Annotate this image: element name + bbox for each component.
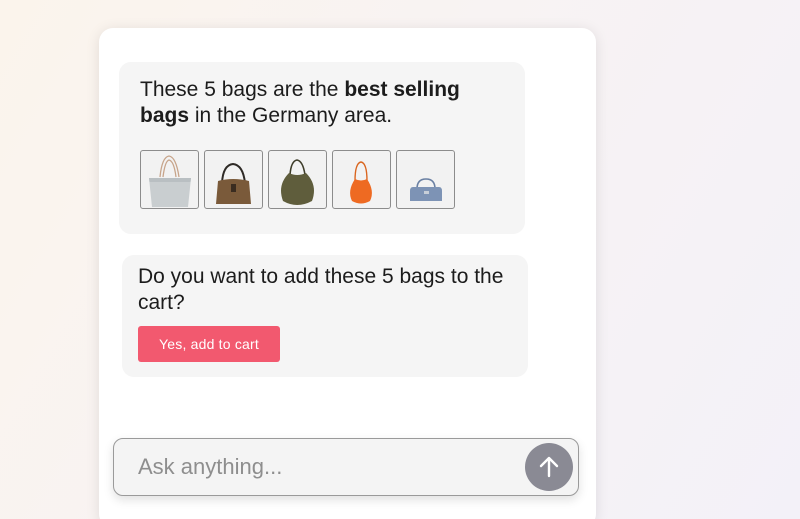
product-thumbnail-brown-bag[interactable] <box>204 150 263 209</box>
arrow-up-icon <box>539 456 559 478</box>
message-text-segment: in the Germany area. <box>189 104 393 127</box>
message-text-segment: These 5 bags are the <box>140 78 345 101</box>
product-thumbnail-tote[interactable] <box>140 150 199 209</box>
assistant-message-text: These 5 bags are the best selling bags i… <box>140 77 510 129</box>
orange-hobo-bag-icon <box>350 161 372 204</box>
chat-panel: These 5 bags are the best selling bags i… <box>99 28 596 519</box>
brown-shoulder-bag-icon <box>216 162 251 204</box>
product-thumbnail-blue-bag[interactable] <box>396 150 455 209</box>
product-thumbnail-olive-bag[interactable] <box>268 150 327 209</box>
add-to-cart-button[interactable]: Yes, add to cart <box>138 326 280 362</box>
assistant-question-text: Do you want to add these 5 bags to the c… <box>138 265 504 314</box>
light-gray-tote-bag-icon <box>149 155 191 207</box>
blue-crossbody-bag-icon <box>410 178 442 201</box>
olive-hobo-bag-icon <box>281 159 314 205</box>
chat-input[interactable] <box>138 439 508 495</box>
chat-input-bar <box>113 438 579 496</box>
product-thumbnail-orange-bag[interactable] <box>332 150 391 209</box>
assistant-question-bubble: Do you want to add these 5 bags to the c… <box>122 255 528 377</box>
product-thumbnails <box>140 150 455 209</box>
assistant-message-bubble: These 5 bags are the best selling bags i… <box>119 62 525 234</box>
send-button[interactable] <box>525 443 573 491</box>
